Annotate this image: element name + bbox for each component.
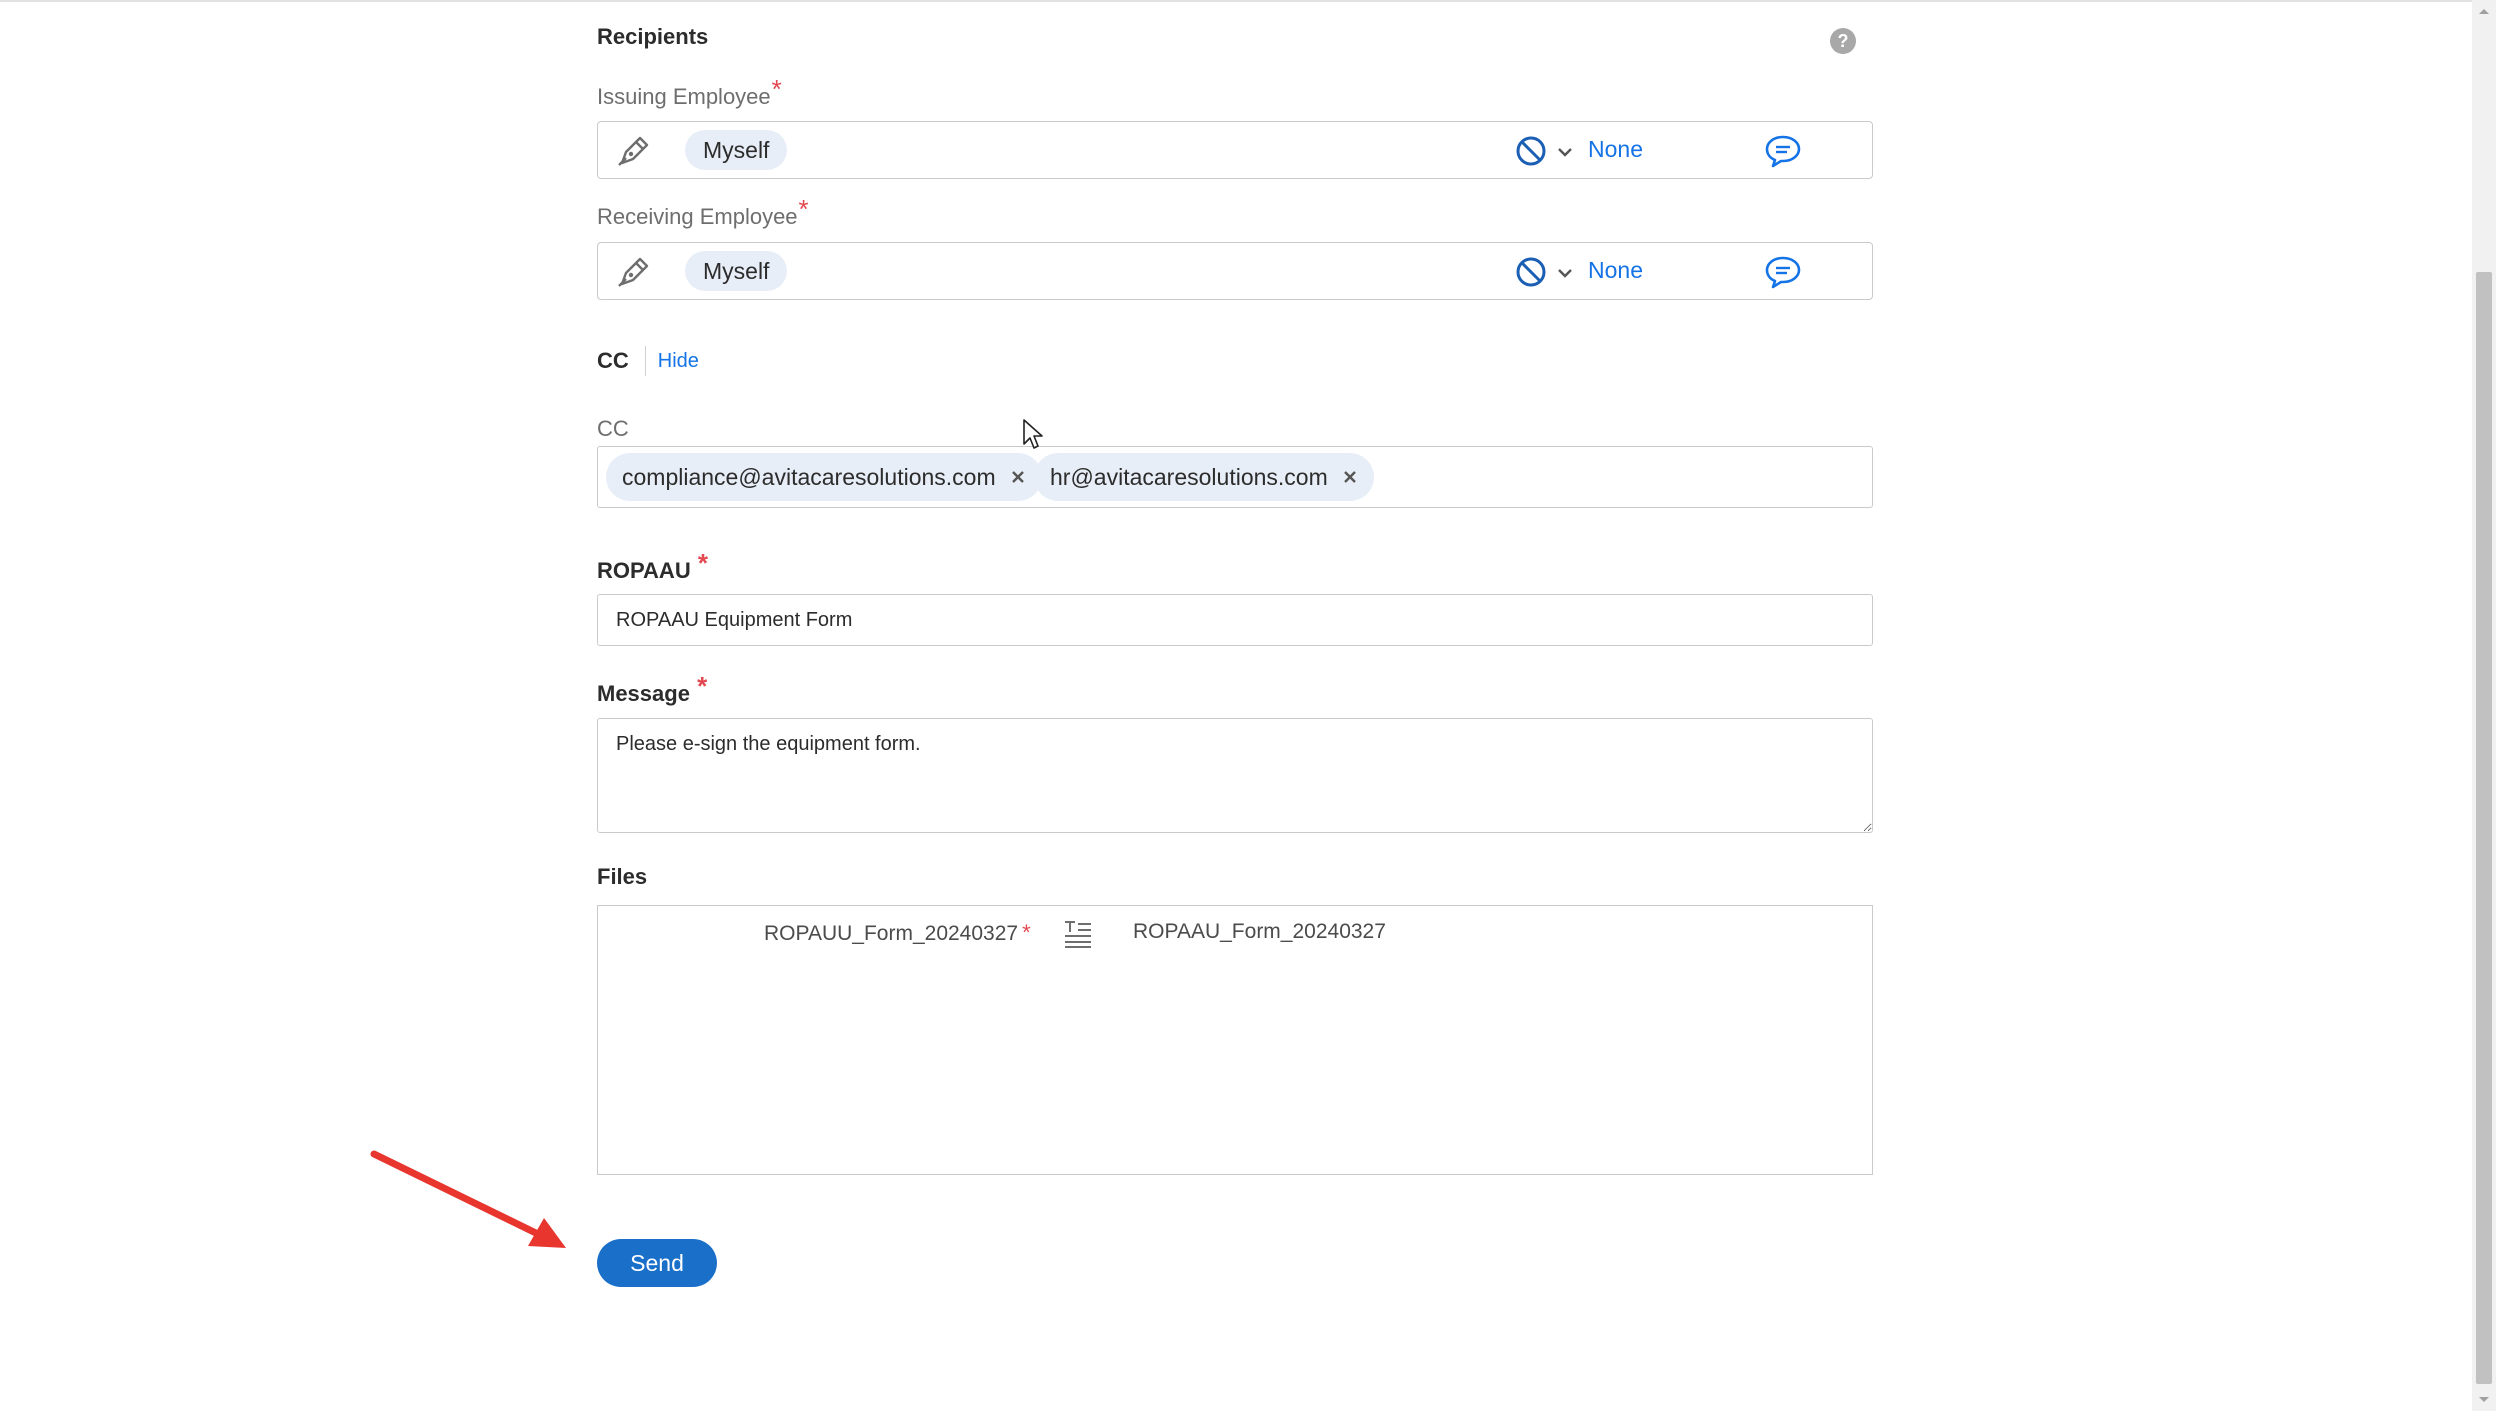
top-divider bbox=[0, 0, 2472, 2]
chevron-down-icon[interactable] bbox=[1556, 267, 1574, 279]
cc-field-label: CC bbox=[597, 416, 629, 441]
ropaau-label: ROPAAU * bbox=[597, 548, 708, 585]
recipient-chip[interactable]: Myself bbox=[685, 130, 788, 170]
receiving-employee-label-text: Receiving Employee bbox=[597, 204, 798, 229]
files-panel: ROPAUU_Form_20240327 * ROPAAU_Form_202403… bbox=[597, 905, 1873, 1175]
cc-email-chip[interactable]: compliance@avitacaresolutions.com bbox=[606, 453, 1042, 501]
red-arrow-annotation bbox=[370, 1150, 566, 1248]
vertical-scrollbar[interactable] bbox=[2472, 0, 2496, 1411]
authentication-block-icon[interactable] bbox=[1514, 134, 1548, 168]
authentication-dropdown[interactable]: None bbox=[1588, 257, 1643, 284]
message-label-text: Message bbox=[597, 681, 690, 706]
ropaau-label-text: ROPAAU bbox=[597, 558, 691, 583]
remove-icon[interactable] bbox=[1010, 469, 1026, 485]
scroll-up-arrow-icon[interactable] bbox=[2472, 0, 2496, 22]
private-message-icon[interactable] bbox=[1764, 134, 1802, 168]
cc-email-chip[interactable]: hr@avitacaresolutions.com bbox=[1034, 453, 1374, 501]
issuing-employee-row[interactable]: Myself None bbox=[597, 121, 1873, 179]
required-asterisk: * bbox=[697, 548, 708, 578]
files-label: Files bbox=[597, 864, 648, 889]
required-asterisk: * bbox=[798, 194, 809, 224]
mouse-cursor-icon bbox=[1023, 419, 1043, 449]
text-field-icon[interactable] bbox=[1063, 920, 1093, 948]
ropaau-input[interactable] bbox=[597, 594, 1873, 646]
file-role-name-text: ROPAUU_Form_20240327 bbox=[764, 922, 1019, 945]
file-document-name[interactable]: ROPAAU_Form_20240327 bbox=[1133, 920, 1386, 944]
cc-section-header: CC Hide bbox=[597, 346, 699, 376]
recipients-title: Recipients bbox=[597, 24, 709, 49]
signature-pen-icon bbox=[618, 257, 649, 287]
receiving-employee-label: Receiving Employee* bbox=[597, 194, 809, 231]
chevron-down-icon[interactable] bbox=[1556, 146, 1574, 158]
send-button[interactable]: Send bbox=[597, 1239, 717, 1287]
receiving-employee-row[interactable]: Myself None bbox=[597, 242, 1873, 300]
divider bbox=[644, 346, 646, 376]
question-circle-icon[interactable]: ? bbox=[1830, 28, 1856, 54]
required-asterisk: * bbox=[1022, 920, 1031, 945]
authentication-dropdown[interactable]: None bbox=[1588, 136, 1643, 163]
recipient-chip[interactable]: Myself bbox=[685, 251, 788, 291]
issuing-employee-label-text: Issuing Employee bbox=[597, 84, 771, 109]
scrollbar-thumb[interactable] bbox=[2476, 272, 2492, 1384]
cc-section-title: CC bbox=[597, 348, 629, 373]
required-asterisk: * bbox=[697, 671, 708, 701]
signature-pen-icon bbox=[618, 136, 649, 166]
message-label: Message * bbox=[597, 671, 707, 708]
cc-input[interactable]: compliance@avitacaresolutions.com hr@avi… bbox=[597, 446, 1873, 508]
authentication-block-icon[interactable] bbox=[1514, 255, 1548, 289]
issuing-employee-label: Issuing Employee* bbox=[597, 74, 782, 111]
remove-icon[interactable] bbox=[1342, 469, 1358, 485]
scroll-down-arrow-icon[interactable] bbox=[2472, 1389, 2496, 1411]
file-role-name: ROPAUU_Form_20240327 * bbox=[764, 920, 1031, 946]
cc-email-text: compliance@avitacaresolutions.com bbox=[622, 463, 996, 490]
private-message-icon[interactable] bbox=[1764, 255, 1802, 289]
cc-email-text: hr@avitacaresolutions.com bbox=[1050, 463, 1328, 490]
message-textarea[interactable]: Please e-sign the equipment form. bbox=[597, 718, 1873, 833]
hide-cc-link[interactable]: Hide bbox=[658, 350, 699, 373]
required-asterisk: * bbox=[771, 74, 782, 104]
